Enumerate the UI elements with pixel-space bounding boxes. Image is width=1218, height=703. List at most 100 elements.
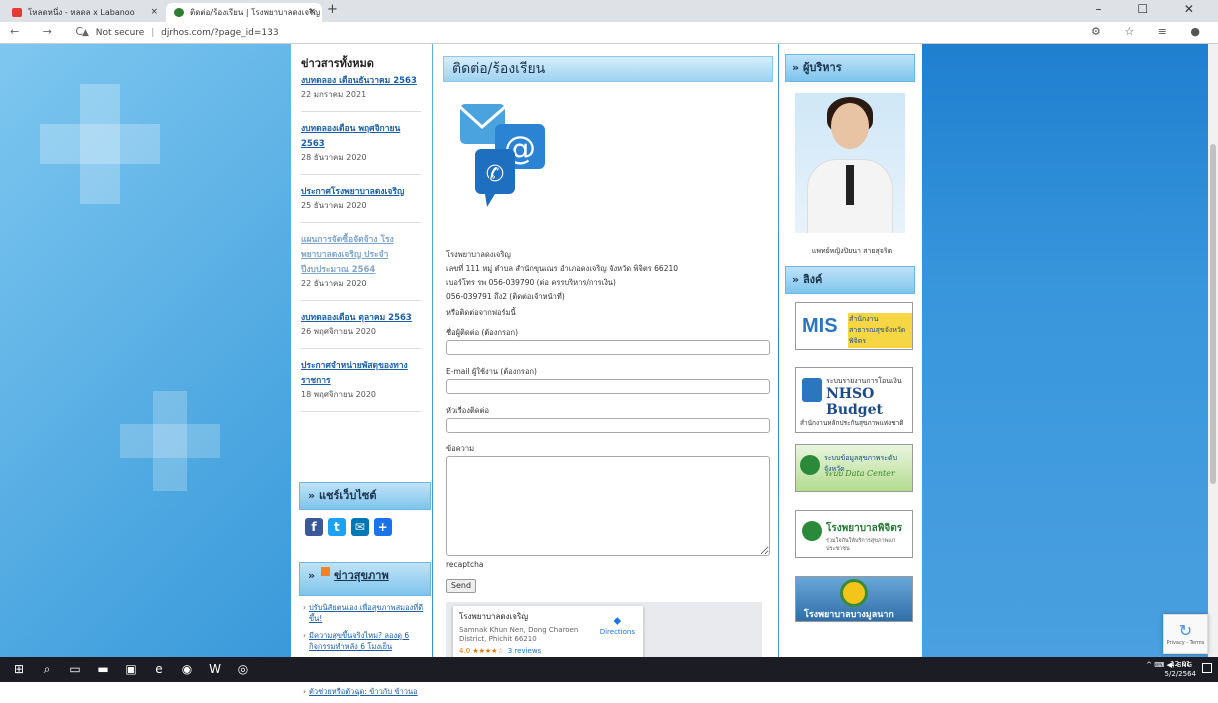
news-link[interactable]: แผนการจัดซื้อจัดจ้าง โรงพยาบาลดงเจริญ ปร… bbox=[301, 233, 421, 278]
health-news-link[interactable]: ตัวช่วยหรือตัวฉุด: ข้าวกับ ข้าวนอ bbox=[303, 686, 431, 697]
twitter-icon[interactable]: t bbox=[327, 518, 346, 536]
nhso-banner[interactable]: ระบบรายงานการโอนเงิน NHSO Budget สำนักงา… bbox=[795, 367, 913, 433]
mis-banner[interactable]: MIS สำนักงานสาธารณสุขจังหวัดพิจิตร bbox=[795, 302, 913, 350]
url-text: djrhos.com/?page_id=133 bbox=[161, 28, 279, 38]
news-link[interactable]: ประกาศโรงพยาบาลดงเจริญ bbox=[301, 185, 421, 200]
tab-title: โหลดหนึ่ง - หลดล x Labanoo bbox=[28, 8, 135, 17]
address-line: โรงพยาบาลดงเจริญ bbox=[446, 250, 511, 259]
recaptcha-text[interactable]: Privacy - Terms bbox=[1167, 640, 1205, 646]
health-news-link[interactable]: ปรับนิสัยตนเอง เพื่อสุขภาพสมองที่ดีขึ้น! bbox=[303, 602, 431, 624]
line-icon[interactable]: ◉ bbox=[180, 662, 194, 676]
chrome-icon[interactable]: ◎ bbox=[236, 662, 250, 676]
share-widget-header: » แชร์เว็บไซต์ bbox=[299, 482, 431, 510]
email-label: E-mail ผู้ใช้งาน (ต้องกรอก) bbox=[446, 367, 537, 376]
news-link[interactable]: งบทดลอง เดือนธันวาคม 2563 bbox=[301, 74, 421, 89]
datacenter-banner[interactable]: ระบบข้อมูลสุขภาพระดับ จังหวัด ระบบ Data … bbox=[795, 444, 913, 492]
health-widget-header: » ข่าวสุขภาพ bbox=[299, 562, 431, 596]
browser-tab-youtube[interactable]: โหลดหนึ่ง - หลดล x Labanoo × bbox=[4, 3, 164, 22]
banner-text: โรงพยาบาลพิจิตร bbox=[826, 523, 903, 534]
news-link[interactable]: งบทดลองเดือน ตุลาคม 2563 bbox=[301, 311, 421, 326]
browser-tab-active[interactable]: ติดต่อ/ร้องเรียน | โรงพยาบาลดงเจริญ × bbox=[166, 3, 322, 22]
scrollbar-thumb[interactable] bbox=[1210, 144, 1216, 484]
warning-icon: ▲ bbox=[82, 28, 89, 38]
contact-icon: @ ✆ bbox=[458, 104, 545, 207]
directions-icon: ⬥ bbox=[613, 614, 622, 627]
svg-text:✆: ✆ bbox=[486, 162, 504, 187]
plus-icon[interactable]: + bbox=[373, 518, 392, 536]
share-buttons: f t ✉ + bbox=[305, 518, 394, 536]
director-photo bbox=[795, 93, 905, 233]
url-divider: | bbox=[151, 28, 155, 38]
share-title: แชร์เว็บไซต์ bbox=[318, 489, 377, 502]
message-label: ข้อความ bbox=[446, 444, 475, 453]
news-item: งบทดลอง เดือนธันวาคม 2563 22 มกราคม 2021 bbox=[301, 72, 421, 112]
toolbar-icons[interactable]: ⚙ ☆ ≡ ● bbox=[1091, 25, 1210, 38]
news-date: 22 ธันวาคม 2020 bbox=[301, 279, 367, 288]
banner-text: สำนักงานสาธารณสุขจังหวัดพิจิตร bbox=[848, 313, 912, 348]
close-tab-icon[interactable]: × bbox=[150, 3, 158, 22]
new-tab-button[interactable]: + bbox=[327, 2, 338, 17]
news-item: งบทดลองเดือน พฤศจิกายน 2563 28 ธันวาคม 20… bbox=[301, 120, 421, 175]
address-line: เบอร์โทร รพ 056-039790 (ต่อ ครรบริหาร/กา… bbox=[446, 278, 616, 287]
links-title: ลิงค์ bbox=[802, 273, 823, 286]
recaptcha-badge[interactable]: ↻ Privacy - Terms bbox=[1163, 614, 1208, 654]
news-date: 22 มกราคม 2021 bbox=[301, 90, 367, 99]
store-icon[interactable]: ▣ bbox=[124, 662, 138, 676]
background-cross bbox=[153, 391, 187, 491]
hospital-logo-icon bbox=[840, 579, 868, 607]
health-list: ปรับนิสัยตนเอง เพื่อสุขภาพสมองที่ดีขึ้น!… bbox=[303, 602, 431, 703]
banner-text: ร่วมใจกันให้บริการสุขภาพแก่ประชาชน bbox=[826, 538, 896, 552]
phichit-hospital-banner[interactable]: โรงพยาบาลพิจิตร ร่วมใจกันให้บริการสุขภาพ… bbox=[795, 510, 913, 558]
health-title[interactable]: ข่าวสุขภาพ bbox=[334, 569, 389, 582]
start-icon[interactable]: ⊞ bbox=[12, 662, 26, 676]
youtube-icon bbox=[12, 8, 22, 17]
subject-label: หัวเรื่องติดต่อ bbox=[446, 406, 490, 415]
news-date: 28 ธันวาคม 2020 bbox=[301, 153, 367, 162]
facebook-icon[interactable]: f bbox=[305, 518, 323, 536]
news-link[interactable]: ประกาศจำหน่ายพัสดุของทางราชการ bbox=[301, 359, 421, 389]
email-field[interactable] bbox=[446, 379, 770, 394]
search-icon[interactable]: ⌕ bbox=[40, 662, 54, 676]
news-date: 25 ธันวาคม 2020 bbox=[301, 201, 367, 210]
banner-text: NHSO Budget bbox=[826, 386, 883, 418]
task-view-icon[interactable]: ▭ bbox=[68, 662, 82, 676]
news-item: งบทดลองเดือน ตุลาคม 2563 26 พฤศจิกายน 202… bbox=[301, 309, 421, 349]
word-icon[interactable]: W bbox=[208, 662, 222, 676]
message-field[interactable] bbox=[446, 456, 770, 556]
background-cross bbox=[80, 84, 120, 204]
news-date: 18 พฤศจิกายน 2020 bbox=[301, 390, 376, 399]
news-date: 26 พฤศจิกายน 2020 bbox=[301, 327, 376, 336]
health-news-link[interactable]: มีความสุขขึ้นจริงไหม? ลองดู 6 กิจกรรมทำห… bbox=[303, 630, 431, 652]
name-field[interactable] bbox=[446, 340, 770, 355]
reviews-link[interactable]: 3 reviews bbox=[508, 647, 541, 655]
tab-bar: โหลดหนึ่ง - หลดล x Labanoo × ติดต่อ/ร้อง… bbox=[0, 0, 1218, 22]
email-icon[interactable]: ✉ bbox=[350, 518, 369, 536]
file-explorer-icon[interactable]: ▬ bbox=[96, 662, 110, 676]
site-favicon-icon bbox=[174, 8, 184, 17]
clock[interactable]: 12:01 5/2/2564 bbox=[1165, 659, 1196, 679]
banner-text: โรงพยาบาลบางมูลนาก bbox=[804, 610, 894, 620]
contact-address: โรงพยาบาลดงเจริญ เลขที่ 111 หมู่ ตำบล สำ… bbox=[446, 248, 678, 304]
notification-icon[interactable] bbox=[1202, 663, 1212, 673]
edge-icon[interactable]: e bbox=[152, 662, 166, 676]
map-info-card: โรงพยาบาลดงเจริญ Samnak Khun Nen, Dong C… bbox=[453, 606, 643, 657]
subject-field[interactable] bbox=[446, 418, 770, 433]
directions-button[interactable]: ⬥ Directions bbox=[600, 614, 635, 636]
close-tab-icon[interactable]: × bbox=[308, 3, 316, 22]
news-item: ประกาศจำหน่ายพัสดุของทางราชการ 18 พฤศจิกา… bbox=[301, 357, 421, 412]
news-link[interactable]: งบทดลองเดือน พฤศจิกายน 2563 bbox=[301, 122, 421, 152]
omnibox[interactable]: ▲ Not secure | djrhos.com/?page_id=133 bbox=[82, 25, 279, 41]
send-button[interactable]: Send bbox=[446, 579, 476, 593]
recaptcha-icon: ↻ bbox=[1178, 621, 1193, 640]
window-controls[interactable]: – ☐ ✕ bbox=[1096, 2, 1210, 16]
tab-title: ติดต่อ/ร้องเรียน | โรงพยาบาลดงเจริญ bbox=[190, 8, 321, 17]
nav-buttons[interactable]: ← → C bbox=[10, 25, 93, 38]
clock-date: 5/2/2564 bbox=[1164, 670, 1196, 678]
map-address: Samnak Khun Nen, Dong Charoen District, … bbox=[459, 626, 579, 643]
links-header: » ลิงค์ bbox=[785, 266, 915, 294]
nhso-logo-icon bbox=[802, 378, 822, 402]
news-item: ประกาศโรงพยาบาลดงเจริญ 25 ธันวาคม 2020 bbox=[301, 183, 421, 223]
rss-icon[interactable] bbox=[320, 567, 330, 576]
director-header: » ผู้บริหาร bbox=[785, 54, 915, 82]
bangmunnak-banner[interactable]: โรงพยาบาลบางมูลนาก bbox=[795, 576, 913, 622]
